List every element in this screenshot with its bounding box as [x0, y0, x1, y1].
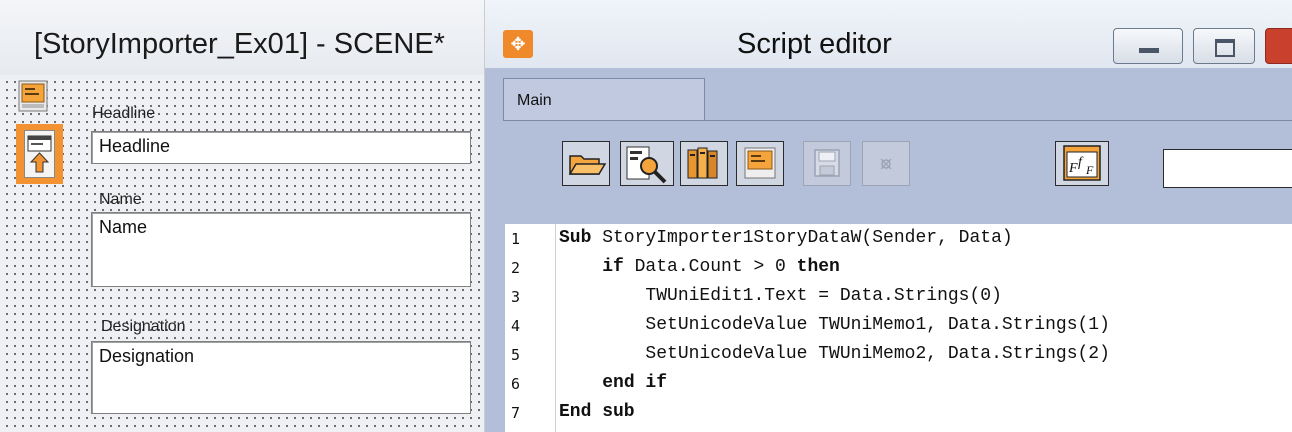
open-icon: [568, 155, 607, 175]
editor-title: Script editor: [737, 28, 892, 60]
code-line[interactable]: Sub StoryImporter1StoryDataW(Sender, Dat…: [559, 228, 1013, 248]
designer-canvas[interactable]: Headline Headline Name Name Designation …: [0, 75, 484, 432]
script-editor-window: ✥ Script editor Main F f F 1 2 3 4 5 6 7…: [485, 0, 1292, 432]
app-icon: ✥: [503, 30, 533, 58]
object-inspector-button[interactable]: [620, 141, 674, 186]
line-number: 5: [511, 346, 521, 364]
line-number: 7: [511, 404, 521, 422]
code-lines[interactable]: Sub StoryImporter1StoryDataW(Sender, Dat…: [559, 224, 1292, 432]
form-icon: [744, 147, 776, 179]
line-number: 1: [511, 230, 521, 248]
designation-label[interactable]: Designation: [101, 318, 186, 336]
save-icon: [814, 149, 840, 177]
tab-strip-line: [503, 120, 1292, 121]
line-number: 4: [511, 317, 521, 335]
function-button[interactable]: F f F: [1055, 141, 1109, 186]
form-component-icon[interactable]: [18, 80, 48, 112]
maximize-button[interactable]: [1193, 28, 1255, 64]
tab-main[interactable]: Main: [503, 78, 705, 120]
keyword: End sub: [559, 402, 635, 422]
library-icon: [687, 147, 718, 179]
keyword: if: [602, 257, 624, 277]
designer-title: [StoryImporter_Ex01] - SCENE*: [34, 28, 445, 60]
code-line[interactable]: SetUnicodeValue TWUniMemo2, Data.Strings…: [559, 344, 1109, 364]
designer-title-bar[interactable]: [StoryImporter_Ex01] - SCENE*: [0, 0, 484, 75]
search-field[interactable]: [1163, 149, 1292, 188]
code-editor[interactable]: 1 2 3 4 5 6 7 Sub StoryImporter1StoryDat…: [505, 224, 1292, 432]
open-button[interactable]: [562, 141, 610, 186]
editor-title-bar[interactable]: ✥ Script editor: [485, 0, 1292, 68]
name-label[interactable]: Name: [99, 191, 142, 209]
code-line[interactable]: SetUnicodeValue TWUniMemo1, Data.Strings…: [559, 315, 1109, 335]
disabled-icon: [880, 158, 892, 170]
editor-client-area: Main F f F 1 2 3 4 5 6 7 Sub StoryImport…: [485, 68, 1292, 432]
code-line[interactable]: end if: [559, 373, 667, 393]
tab-main-label: Main: [517, 92, 552, 109]
close-button[interactable]: [1265, 28, 1292, 64]
function-icon: F f F: [1063, 145, 1101, 181]
code-line[interactable]: TWUniEdit1.Text = Data.Strings(0): [559, 286, 1001, 306]
line-number-gutter: 1 2 3 4 5 6 7: [505, 224, 556, 432]
save-button[interactable]: [803, 141, 851, 186]
code-line[interactable]: if Data.Count > 0 then: [559, 257, 840, 277]
scene-designer-window: [StoryImporter_Ex01] - SCENE* Headline H…: [0, 0, 485, 432]
line-number: 6: [511, 375, 521, 393]
library-button[interactable]: [680, 141, 728, 186]
form-button[interactable]: [736, 141, 784, 186]
keyword: end if: [602, 373, 668, 393]
svg-text:F: F: [1068, 161, 1078, 176]
headline-edit[interactable]: Headline: [91, 131, 471, 164]
minimize-button[interactable]: [1113, 28, 1183, 64]
code-line[interactable]: End sub: [559, 402, 635, 422]
svg-text:F: F: [1085, 163, 1094, 177]
story-importer-icon[interactable]: [16, 124, 63, 184]
object-inspector-icon: [626, 146, 667, 184]
line-number: 2: [511, 259, 521, 277]
name-memo[interactable]: Name: [91, 212, 471, 287]
designation-memo[interactable]: Designation: [91, 341, 471, 414]
keyword: Sub: [559, 228, 592, 248]
line-number: 3: [511, 288, 521, 306]
disabled-tool-button[interactable]: [862, 141, 910, 186]
headline-label[interactable]: Headline: [92, 105, 155, 123]
keyword: then: [796, 257, 840, 277]
